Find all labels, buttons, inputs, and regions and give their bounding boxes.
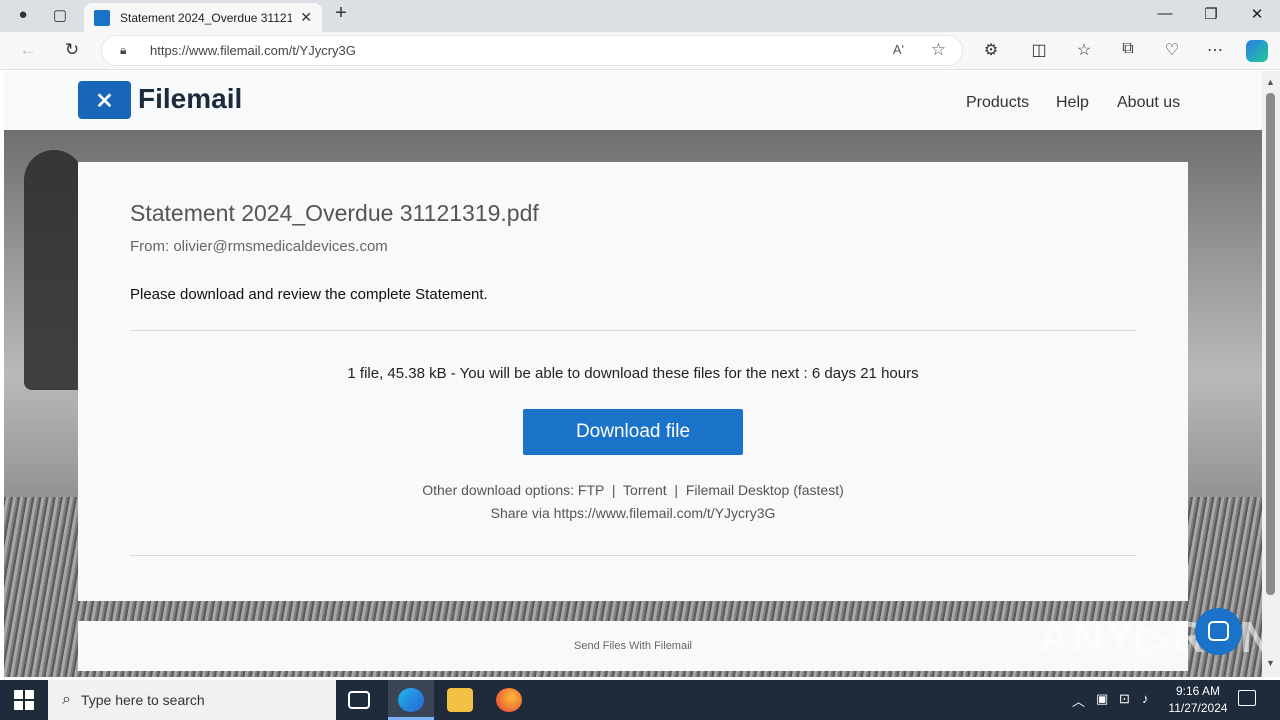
scrollbar-thumb[interactable] — [1266, 93, 1275, 595]
options-prefix: Other download options: — [422, 482, 574, 498]
option-torrent-link[interactable]: Torrent — [623, 482, 667, 498]
chat-button[interactable] — [1195, 608, 1242, 655]
address-bar[interactable]: 🔒︎ https://www.filemail.com/t/YJycry3G A… — [101, 35, 963, 66]
scroll-down-icon[interactable]: ▼ — [1266, 658, 1275, 668]
taskbar-search[interactable]: ⌕ Type here to search — [48, 680, 336, 720]
tab-actions-icon[interactable]: ▢ — [49, 6, 71, 24]
share-url[interactable]: https://www.filemail.com/t/YJycry3G — [554, 505, 776, 521]
download-options: Other download options: FTP | Torrent | … — [78, 482, 1188, 498]
profile-icon[interactable]: ● — [12, 6, 34, 23]
notification-icon[interactable] — [1238, 690, 1256, 706]
firefox-icon[interactable] — [496, 688, 522, 712]
tab-close-icon[interactable]: ✕ — [300, 9, 312, 26]
page-viewport: ⨯ Filemail Products Help About us Statem… — [4, 71, 1262, 677]
search-placeholder: Type here to search — [80, 692, 205, 708]
filemail-logo-icon[interactable]: ⨯ — [78, 81, 131, 119]
footer-link[interactable]: Send Files With Filemail — [574, 640, 692, 652]
tray-device-icon[interactable]: ▣ — [1096, 691, 1108, 707]
copilot-icon[interactable] — [1246, 40, 1268, 62]
filemail-favicon-icon — [94, 9, 110, 26]
volume-icon[interactable]: ♪ — [1142, 691, 1149, 706]
file-name-heading: Statement 2024_Overdue 31121319.pdf — [130, 200, 539, 226]
browser-tab-active[interactable]: Statement 2024_Overdue 311213 ✕ — [84, 3, 322, 32]
extensions-icon[interactable]: ⚙ — [979, 40, 1003, 60]
task-view-icon[interactable] — [348, 691, 370, 709]
share-line: Share via https://www.filemail.com/t/YJy… — [78, 505, 1188, 521]
file-info: 1 file, 45.38 kB - You will be able to d… — [347, 365, 919, 382]
separator: | — [611, 482, 616, 498]
separator: | — [674, 482, 679, 498]
system-clock[interactable]: 9:16 AM 11/27/2024 — [1160, 683, 1236, 717]
sender-line: From: olivier@rmsmedicaldevices.com — [130, 238, 388, 255]
window-maximize-button[interactable]: ❐ — [1196, 5, 1226, 23]
refresh-icon[interactable]: ↻ — [59, 40, 85, 60]
windows-start-icon[interactable] — [14, 690, 34, 710]
file-explorer-icon[interactable] — [447, 688, 473, 712]
window-close-button[interactable]: ✕ — [1242, 5, 1272, 23]
share-prefix: Share via — [490, 505, 550, 521]
logo-text[interactable]: Filemail — [138, 83, 242, 115]
browser-essentials-icon[interactable]: ♡ — [1160, 40, 1184, 60]
tab-title: Statement 2024_Overdue 311213 — [120, 10, 292, 25]
lock-icon: 🔒︎ — [120, 43, 127, 57]
clock-time: 9:16 AM — [1175, 684, 1221, 698]
address-url: https://www.filemail.com/t/YJycry3G — [150, 43, 356, 58]
download-file-button[interactable]: Download file — [523, 409, 743, 455]
new-tab-button[interactable]: + — [330, 2, 352, 25]
browser-toolbar: ← ↻ 🔒︎ https://www.filemail.com/t/YJycry… — [0, 32, 1280, 70]
nav-help[interactable]: Help — [1056, 94, 1089, 112]
scroll-up-icon[interactable]: ▲ — [1266, 77, 1275, 87]
windows-taskbar: ⌕ Type here to search ︿ ▣ ⊡ ♪ 9:16 AM 11… — [0, 680, 1280, 720]
transfer-message: Please download and review the complete … — [130, 286, 488, 303]
back-icon[interactable]: ← — [15, 40, 41, 60]
site-header: ⨯ Filemail Products Help About us — [4, 71, 1262, 130]
hiker-figure — [24, 150, 84, 390]
more-menu-icon[interactable]: ⋯ — [1203, 40, 1227, 60]
option-ftp-link[interactable]: FTP — [578, 482, 604, 498]
nav-products[interactable]: Products — [966, 94, 1029, 112]
clock-date: 11/27/2024 — [1168, 701, 1228, 715]
page-scrollbar[interactable]: ▲ ▼ — [1262, 71, 1280, 677]
window-minimize-button[interactable]: — — [1150, 5, 1180, 22]
search-icon: ⌕ — [62, 691, 71, 708]
split-screen-icon[interactable]: ◫ — [1027, 40, 1051, 60]
collections-icon[interactable]: ⧉ — [1116, 40, 1140, 58]
read-aloud-icon[interactable]: Aʹ — [893, 42, 904, 57]
network-icon[interactable]: ⊡ — [1119, 691, 1130, 707]
transfer-card: Statement 2024_Overdue 31121319.pdf From… — [78, 162, 1188, 601]
divider — [130, 330, 1136, 331]
tray-chevron-icon[interactable]: ︿ — [1072, 691, 1085, 710]
browser-tab-strip: ● ▢ Statement 2024_Overdue 311213 ✕ + — … — [0, 0, 1280, 32]
site-footer: Send Files With Filemail — [78, 621, 1188, 671]
option-desktop-link[interactable]: Filemail Desktop (fastest) — [686, 482, 844, 498]
nav-about-us[interactable]: About us — [1117, 94, 1180, 112]
edge-icon[interactable] — [398, 688, 424, 712]
favorites-icon[interactable]: ☆ — [1072, 40, 1096, 60]
chat-icon — [1208, 621, 1229, 641]
favorite-star-icon[interactable]: ☆ — [931, 40, 946, 60]
divider — [130, 555, 1136, 556]
